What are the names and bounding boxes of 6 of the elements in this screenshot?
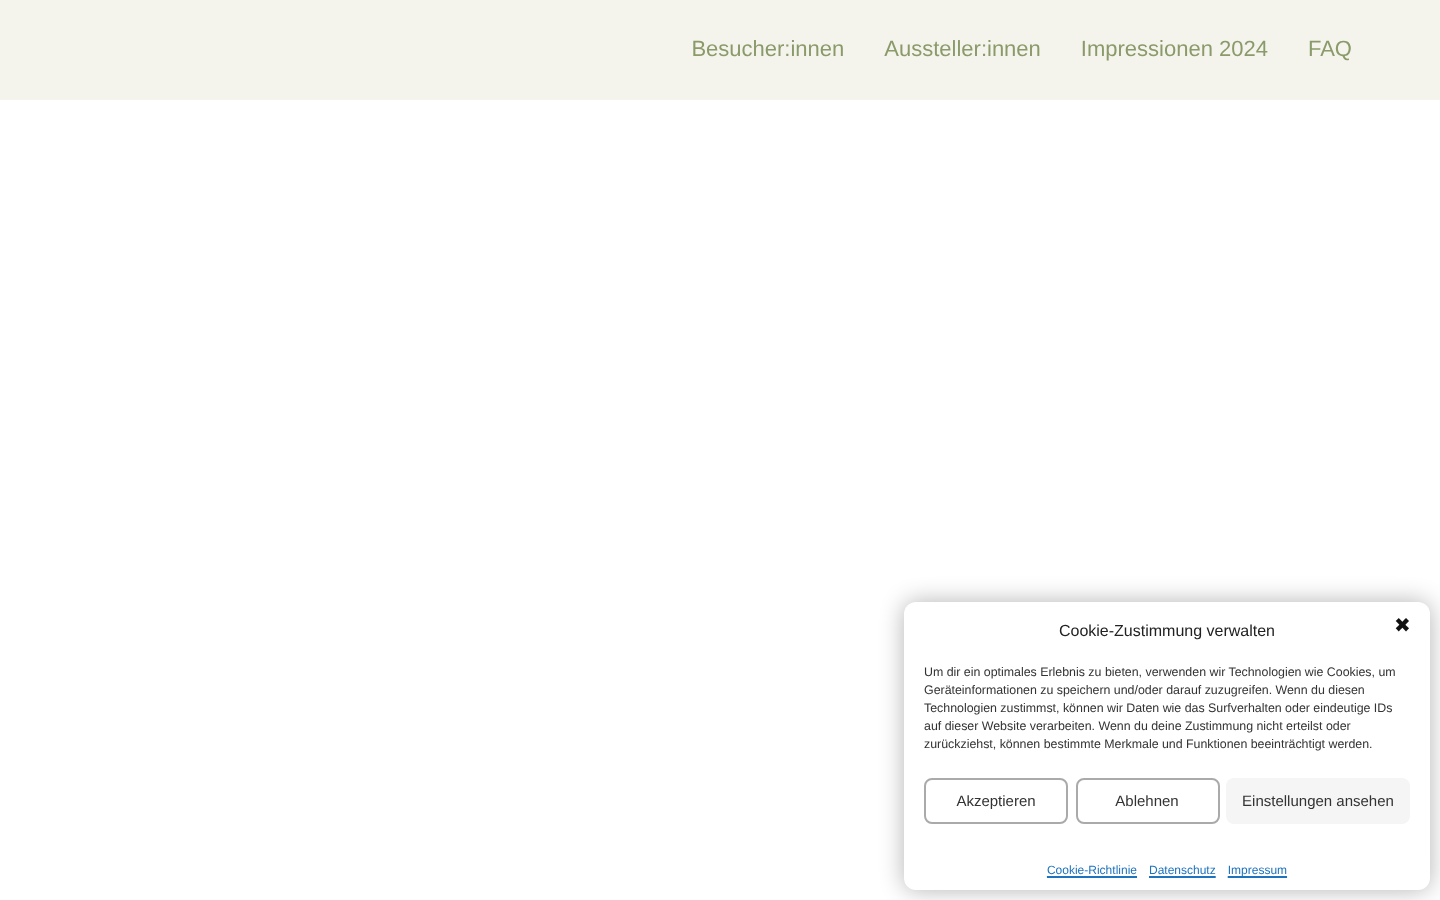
nav-link[interactable]: FAQ <box>1307 33 1352 67</box>
close-button[interactable]: ✖ <box>1394 618 1410 638</box>
nav-link[interactable]: Aussteller:innen <box>884 33 1041 67</box>
dialog-title: Cookie-Zustimmung verwalten <box>1056 620 1278 644</box>
nav-link[interactable]: Impressionen 2024 <box>1080 33 1268 67</box>
nav-link[interactable]: Besucher:innen <box>691 33 845 67</box>
